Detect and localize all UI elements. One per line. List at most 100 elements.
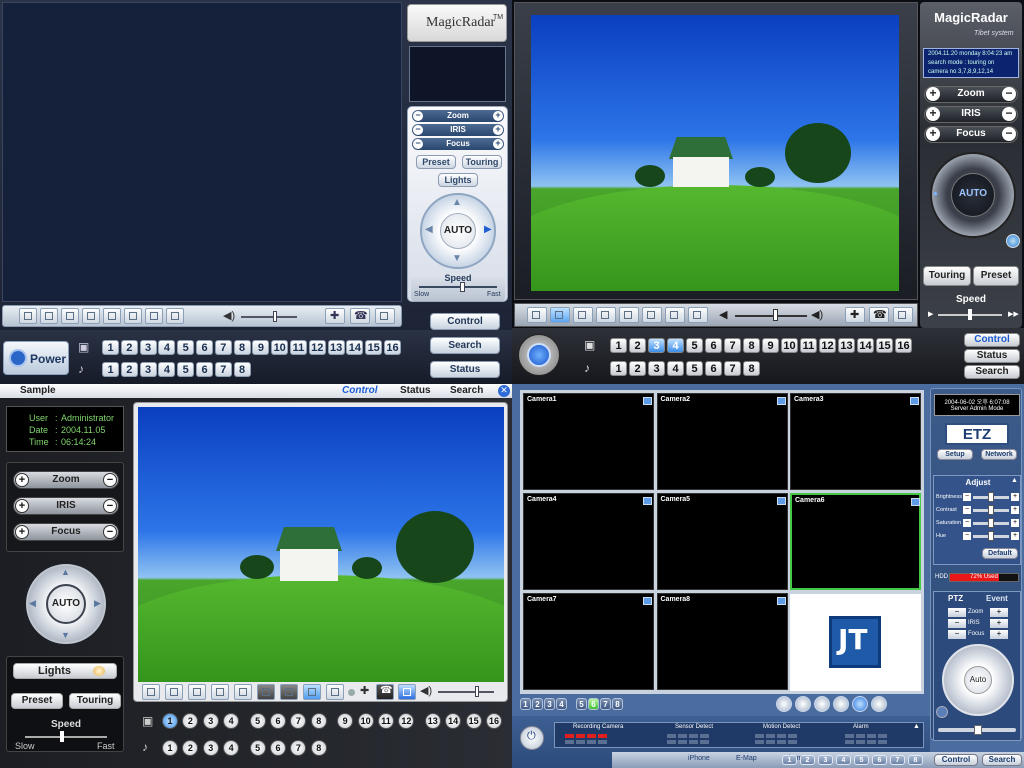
q1-camera-number-7[interactable]: 7	[214, 340, 232, 355]
q1-alarm-number-8[interactable]: 8	[233, 362, 251, 377]
q3-camera-number-4[interactable]: 4	[223, 713, 240, 729]
q2-volume-thumb[interactable]	[772, 309, 778, 321]
q1-speaker-icon[interactable]: ◀)	[223, 309, 235, 322]
q2-layout-button-6[interactable]	[642, 307, 662, 323]
q4-tab-ptz[interactable]: PTZ	[948, 594, 963, 603]
q3-zoom-minus-icon[interactable]: −	[103, 473, 117, 487]
q2-control-button[interactable]: Control	[964, 333, 1020, 347]
q3-camera-number-9[interactable]: 9	[337, 713, 354, 729]
q4-bottom-number-6[interactable]: 6	[872, 755, 887, 765]
q3-alarm-number-8[interactable]: 8	[310, 740, 327, 756]
q1-layout-button-5[interactable]	[103, 308, 121, 324]
q4-focus-plus-icon[interactable]: +	[990, 630, 1008, 639]
q3-touring-button[interactable]: Touring	[69, 693, 121, 709]
q3-layout-button-9[interactable]	[326, 684, 344, 700]
q4-iris-plus-icon[interactable]: +	[990, 619, 1008, 628]
q3-left-arrow-icon[interactable]: ◀	[29, 598, 36, 609]
q2-search-button[interactable]: Search	[964, 365, 1020, 379]
q2-settings-icon[interactable]	[1006, 234, 1020, 248]
q1-layout-button-8[interactable]	[166, 308, 184, 324]
q3-speaker-icon[interactable]: ◀)	[420, 684, 432, 697]
q4-bottom-number-5[interactable]: 5	[854, 755, 869, 765]
q2-camera-image[interactable]	[531, 15, 899, 291]
q4-view-button-4[interactable]	[833, 696, 849, 712]
q4-direction-pad[interactable]: Auto	[942, 644, 1014, 716]
q4-adjust-thumb-3[interactable]	[988, 531, 994, 541]
q3-camera-number-3[interactable]: 3	[202, 713, 219, 729]
q1-alarm-number-2[interactable]: 2	[120, 362, 138, 377]
q4-auto-button[interactable]: Auto	[964, 666, 992, 694]
q4-zoom-minus-icon[interactable]: −	[948, 608, 966, 617]
q4-adjust-plus-0[interactable]: +	[1011, 493, 1019, 501]
q3-snapshot-icon[interactable]	[398, 684, 416, 700]
q4-group-number-7[interactable]: 7	[600, 698, 611, 710]
q1-preset-button[interactable]: Preset	[416, 155, 456, 169]
q1-control-button[interactable]: Control	[430, 313, 500, 330]
q2-speaker-icon[interactable]: ◀)	[811, 308, 823, 321]
q1-camera-number-8[interactable]: 8	[233, 340, 251, 355]
q4-camera-cell-6[interactable]: Camera6	[790, 493, 921, 590]
q4-camera-cell-2[interactable]: Camera2	[656, 393, 788, 490]
q2-layout-button-4[interactable]	[596, 307, 616, 323]
q3-camera-number-1[interactable]: 1	[162, 713, 178, 729]
q2-snapshot-icon[interactable]	[893, 307, 913, 323]
q2-alarm-number-4[interactable]: 4	[667, 361, 684, 376]
q3-camera-number-7[interactable]: 7	[290, 713, 307, 729]
q2-speed-down-icon[interactable]: ▶	[928, 310, 933, 318]
q1-layout-button-3[interactable]	[61, 308, 79, 324]
q3-preset-button[interactable]: Preset	[11, 693, 63, 709]
q4-setup-button[interactable]: Setup	[937, 449, 973, 460]
q4-iris-minus-icon[interactable]: −	[948, 619, 966, 628]
q3-alarm-number-1[interactable]: 1	[162, 740, 178, 756]
q1-camera-number-11[interactable]: 11	[290, 340, 307, 355]
q2-layout-button-1[interactable]	[527, 307, 547, 323]
q4-ptz-settings-icon[interactable]	[936, 706, 948, 718]
q4-network-button[interactable]: Network	[981, 449, 1017, 460]
q1-layout-button-1[interactable]	[19, 308, 37, 324]
q3-layout-button-8[interactable]	[303, 684, 321, 700]
q3-camera-number-2[interactable]: 2	[182, 713, 199, 729]
q3-alarm-number-5[interactable]: 5	[249, 740, 266, 756]
q3-close-icon[interactable]: ✕	[498, 385, 510, 397]
q1-camera-number-1[interactable]: 1	[102, 340, 119, 355]
q4-bottom-tab-e-map[interactable]: E-Map	[736, 755, 757, 762]
q1-camera-number-3[interactable]: 3	[139, 340, 157, 355]
q3-speed-track[interactable]	[25, 736, 107, 738]
q1-layout-button-2[interactable]	[40, 308, 58, 324]
q1-speed-thumb[interactable]	[459, 282, 465, 292]
q2-layout-button-3[interactable]	[573, 307, 593, 323]
q3-layout-button-7[interactable]	[280, 684, 298, 700]
q4-group-collapse-icon[interactable]: ▲	[913, 723, 920, 730]
q2-alarm-number-5[interactable]: 5	[686, 361, 703, 376]
q1-camera-number-4[interactable]: 4	[158, 340, 176, 355]
q4-view-button-3[interactable]	[814, 696, 830, 712]
q1-alarm-number-5[interactable]: 5	[177, 362, 195, 377]
q2-camera-number-8[interactable]: 8	[743, 338, 760, 353]
q1-touring-button[interactable]: Touring	[462, 155, 502, 169]
q4-adjust-thumb-0[interactable]	[988, 492, 994, 502]
q4-default-button[interactable]: Default	[982, 548, 1018, 559]
q2-touring-button[interactable]: Touring	[923, 266, 971, 286]
q2-status-button[interactable]: Status	[964, 349, 1020, 363]
q1-right-arrow-icon[interactable]: ▶	[484, 224, 492, 235]
q1-alarm-number-3[interactable]: 3	[139, 362, 157, 377]
q1-volume-thumb[interactable]	[272, 311, 277, 322]
q2-camera-number-6[interactable]: 6	[705, 338, 722, 353]
q4-adjust-thumb-2[interactable]	[988, 518, 994, 528]
q1-focus-plus-icon[interactable]: +	[493, 139, 503, 149]
q3-layout-button-6[interactable]	[257, 684, 275, 700]
q3-camera-number-12[interactable]: 12	[398, 713, 415, 729]
q1-camera-number-2[interactable]: 2	[120, 340, 138, 355]
q1-phone-icon[interactable]: ☎	[350, 308, 370, 324]
q2-camera-number-2[interactable]: 2	[629, 338, 646, 353]
q4-camera-cell-1[interactable]: Camera1	[523, 393, 654, 490]
q3-direction-pad[interactable]: ▲ ▼ ◀ ▶ AUTO	[26, 564, 106, 644]
q4-bottom-number-4[interactable]: 4	[836, 755, 851, 765]
q1-camera-number-9[interactable]: 9	[252, 340, 270, 355]
q4-page-number-4[interactable]: 4	[556, 698, 567, 710]
q1-alarm-number-7[interactable]: 7	[214, 362, 232, 377]
q3-right-arrow-icon[interactable]: ▶	[94, 598, 101, 609]
q4-group-number-8[interactable]: 8	[612, 698, 623, 710]
q2-iris-minus-icon[interactable]: −	[1002, 107, 1016, 121]
q1-video-area[interactable]	[2, 2, 402, 302]
